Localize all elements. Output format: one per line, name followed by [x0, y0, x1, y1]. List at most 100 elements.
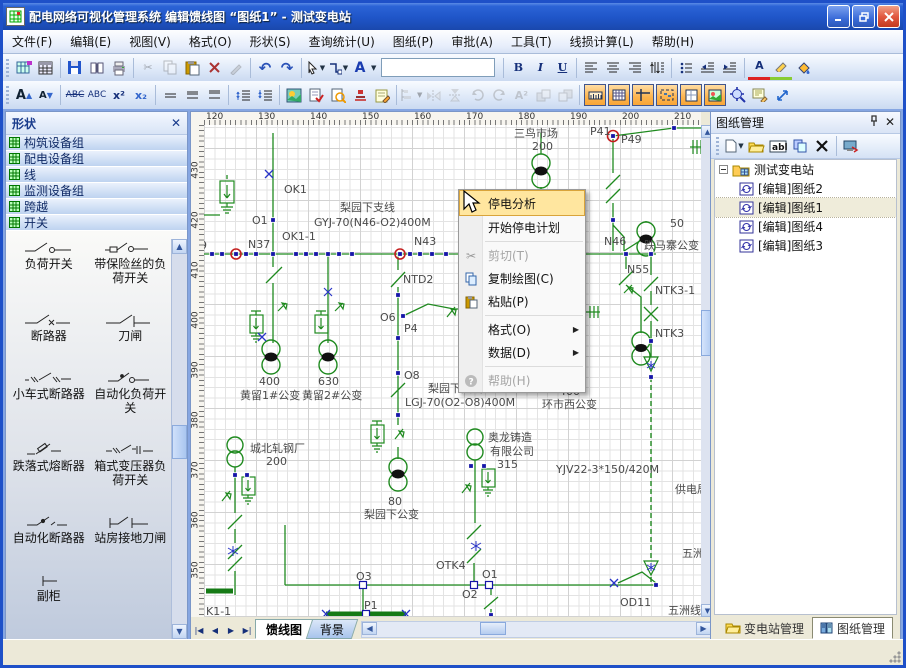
- line-spacing-2-icon[interactable]: [203, 84, 225, 106]
- canvas-horizontal-scrollbar[interactable]: ◀ ▶: [361, 621, 712, 638]
- shape-box-transformer-switch[interactable]: 箱式变压器负荷开关: [90, 441, 172, 487]
- text-tool-icon[interactable]: A: [349, 57, 371, 79]
- menu-item-start-outage-plan[interactable]: 开始停电计划: [459, 216, 585, 239]
- menu-query-stats[interactable]: 查询统计(U): [300, 30, 384, 53]
- scroll-left-icon[interactable]: ◀: [362, 622, 377, 635]
- toolbar-grip[interactable]: [6, 86, 9, 104]
- flip-horizontal-icon[interactable]: [422, 84, 444, 106]
- restore-button[interactable]: [852, 5, 875, 28]
- undo-icon[interactable]: ↶: [254, 57, 276, 79]
- grid-toggle[interactable]: [608, 84, 630, 106]
- font-increase-icon[interactable]: A▲: [13, 84, 35, 106]
- shape-breaker[interactable]: 断路器: [8, 311, 90, 343]
- highlight-color-icon[interactable]: [770, 55, 792, 80]
- menu-shape[interactable]: 形状(S): [241, 30, 300, 53]
- close-button[interactable]: [877, 5, 900, 28]
- outdent-icon[interactable]: [697, 57, 719, 79]
- new-sheet-icon[interactable]: ▼: [723, 135, 745, 157]
- shapes-close-icon[interactable]: ✕: [171, 116, 181, 130]
- menu-edit[interactable]: 编辑(E): [61, 30, 120, 53]
- font-decrease-icon[interactable]: A▼: [35, 84, 57, 106]
- menu-view[interactable]: 视图(V): [120, 30, 180, 53]
- tree-item-sheet4[interactable]: [编辑]图纸4: [715, 217, 896, 236]
- stamp-icon[interactable]: [349, 84, 371, 106]
- shape-cart-breaker[interactable]: 小车式断路器: [8, 369, 90, 415]
- validate-sheet-icon[interactable]: [305, 84, 327, 106]
- menu-approve[interactable]: 审批(A): [442, 30, 502, 53]
- para-spacing-down-icon[interactable]: [254, 84, 276, 106]
- text-direction-icon[interactable]: [646, 57, 668, 79]
- strikethrough-icon[interactable]: ABC: [64, 84, 86, 106]
- rotate-left-icon[interactable]: [466, 84, 488, 106]
- shape-group-monitoring[interactable]: 监测设备组: [6, 183, 187, 199]
- background-image-toggle[interactable]: [704, 84, 726, 106]
- menu-item-data[interactable]: 数据(D) ▶: [459, 341, 585, 364]
- resize-grip[interactable]: [889, 651, 901, 663]
- redo-icon[interactable]: ↷: [276, 57, 298, 79]
- shape-dropout-fuse[interactable]: 跌落式熔断器: [8, 441, 90, 487]
- fill-color-icon[interactable]: [792, 57, 814, 79]
- small-caps-icon[interactable]: ABC: [86, 84, 108, 106]
- copy-sheet-icon[interactable]: [789, 135, 811, 157]
- tab-station-management[interactable]: 变电站管理: [717, 617, 812, 639]
- next-sheet-icon[interactable]: ▶: [223, 621, 239, 639]
- superscript-icon[interactable]: x²: [108, 84, 130, 106]
- view-image-icon[interactable]: [283, 84, 305, 106]
- guides-toggle[interactable]: [632, 84, 654, 106]
- find-sheet-icon[interactable]: [327, 84, 349, 106]
- tree-item-sheet2[interactable]: [编辑]图纸2: [715, 179, 896, 198]
- diagram-canvas[interactable]: 三鸟市场 200 P41 P49 50 跌马寨公变 9 N37 N43 N46 …: [204, 125, 701, 617]
- format-painter-icon[interactable]: [225, 57, 247, 79]
- scroll-up-icon[interactable]: ▲: [172, 239, 187, 254]
- toolbar-grip[interactable]: [6, 59, 9, 77]
- shape-group-distribution[interactable]: 配电设备组: [6, 151, 187, 167]
- menu-line-loss[interactable]: 线损计算(L): [561, 30, 643, 53]
- collapse-icon[interactable]: [719, 165, 728, 174]
- shape-group-lines[interactable]: 线: [6, 167, 187, 183]
- save-icon[interactable]: [64, 57, 86, 79]
- scroll-thumb[interactable]: [172, 425, 187, 459]
- minimize-button[interactable]: [827, 5, 850, 28]
- indent-icon[interactable]: [719, 57, 741, 79]
- menu-file[interactable]: 文件(F): [3, 30, 61, 53]
- shape-fused-load-switch[interactable]: 带保险丝的负荷开关: [90, 239, 172, 285]
- flip-vertical-icon[interactable]: [444, 84, 466, 106]
- open-sheet-icon[interactable]: [745, 135, 767, 157]
- italic-button[interactable]: I: [529, 57, 551, 79]
- rotate-right-icon[interactable]: [488, 84, 510, 106]
- prev-sheet-icon[interactable]: ◀: [207, 621, 223, 639]
- shape-load-switch[interactable]: 负荷开关: [8, 239, 90, 285]
- subscript-icon[interactable]: x₂: [130, 84, 152, 106]
- shape-group-structures[interactable]: 构筑设备组: [6, 135, 187, 151]
- align-left-icon[interactable]: [580, 57, 602, 79]
- shape-station-ground-knife[interactable]: 站房接地刀闸: [90, 513, 172, 545]
- preview-icon[interactable]: [86, 57, 108, 79]
- sync-station-icon[interactable]: [840, 135, 862, 157]
- bold-button[interactable]: B: [507, 57, 529, 79]
- copy-icon[interactable]: [159, 57, 181, 79]
- font-combo[interactable]: [381, 58, 495, 77]
- first-sheet-icon[interactable]: |◀: [191, 621, 207, 639]
- shape-side-cabinet[interactable]: 副柜: [8, 571, 90, 603]
- send-backward-icon[interactable]: [554, 84, 576, 106]
- line-spacing-15-icon[interactable]: [181, 84, 203, 106]
- para-spacing-up-icon[interactable]: [232, 84, 254, 106]
- properties-icon[interactable]: [749, 84, 771, 106]
- rotate-text-icon[interactable]: A²: [510, 84, 532, 106]
- table-calc-icon[interactable]: [35, 57, 57, 79]
- line-spacing-1-icon[interactable]: [159, 84, 181, 106]
- delete-icon[interactable]: [203, 57, 225, 79]
- pin-icon[interactable]: [869, 115, 879, 130]
- font-color-icon[interactable]: A: [748, 55, 770, 80]
- tree-root[interactable]: 测试变电站: [715, 160, 896, 179]
- last-sheet-icon[interactable]: ▶|: [239, 621, 255, 639]
- shape-auto-load-switch[interactable]: 自动化负荷开关: [90, 369, 172, 415]
- ruler-toggle[interactable]: [584, 84, 606, 106]
- tree-item-sheet1-selected[interactable]: [编辑]图纸1: [715, 198, 896, 217]
- pointer-tool-icon[interactable]: ▼: [305, 57, 327, 79]
- bullet-list-icon[interactable]: [675, 57, 697, 79]
- align-center-icon[interactable]: [602, 57, 624, 79]
- bring-forward-icon[interactable]: [532, 84, 554, 106]
- page-breaks-toggle[interactable]: [656, 84, 678, 106]
- shapes-scrollbar[interactable]: ▲ ▼: [171, 239, 187, 639]
